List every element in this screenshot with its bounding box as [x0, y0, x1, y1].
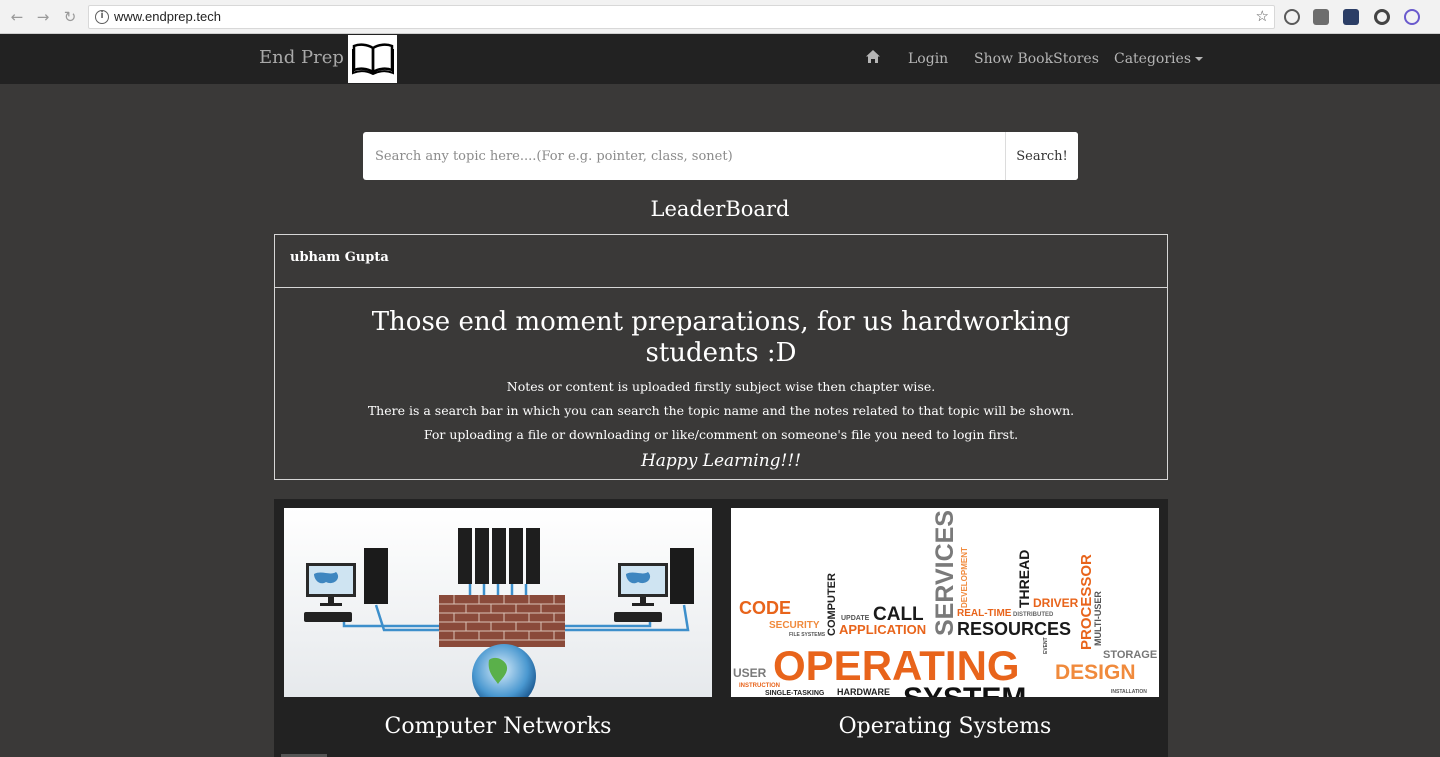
cloud-word-storage: STORAGE — [1103, 649, 1157, 661]
search-bar: Search! — [363, 132, 1078, 180]
cloud-word-real-time: REAL-TIME — [957, 608, 1012, 619]
bookmark-star-icon[interactable]: ☆ — [1256, 7, 1269, 25]
leaderboard-entry: ubham Gupta — [290, 250, 389, 265]
nav-categories-dropdown[interactable]: Categories — [1114, 51, 1203, 67]
site-navbar: End Prep Login Show BookStores Categorie… — [0, 34, 1440, 84]
category-grid: CODE SECURITY FILE SYSTEMS COMPUTER UPDA… — [274, 499, 1168, 757]
cloud-word-single-tasking: SINGLE-TASKING — [765, 690, 825, 697]
url-text[interactable]: www.endprep.tech — [114, 9, 221, 24]
cloud-word-system: SYSTEM — [903, 682, 1026, 697]
cloud-word-development: DEVELOPMENT — [960, 547, 969, 608]
leaderboard-title: LeaderBoard — [650, 197, 790, 221]
site-info-icon[interactable]: i — [95, 10, 109, 24]
cloud-word-driver: DRIVER — [1033, 596, 1079, 610]
reload-icon[interactable]: ↻ — [61, 8, 79, 26]
intro-closing: Happy Learning!!! — [640, 451, 802, 471]
cloud-word-resources: RESOURCES — [957, 619, 1071, 639]
operating-systems-image[interactable]: CODE SECURITY FILE SYSTEMS COMPUTER UPDA… — [731, 508, 1159, 697]
category-title-networks[interactable]: Computer Networks — [284, 714, 712, 739]
browser-toolbar: ← → ↻ i www.endprep.tech ☆ — [0, 0, 1440, 34]
dots-extension-icon[interactable] — [1343, 9, 1359, 25]
ring-extension-icon[interactable] — [1404, 9, 1420, 25]
cloud-word-event: EVENT — [1043, 637, 1049, 654]
nav-login-link[interactable]: Login — [908, 51, 948, 67]
back-icon[interactable]: ← — [8, 8, 26, 26]
location-extension-icon[interactable] — [1313, 9, 1329, 25]
cloud-word-hardware: HARDWARE — [837, 687, 890, 697]
leaderboard-box: ubham Gupta — [274, 234, 1168, 288]
cloud-word-user: USER — [733, 666, 767, 680]
cloud-word-design: DESIGN — [1055, 661, 1136, 684]
cloud-word-computer: COMPUTER — [826, 573, 838, 636]
intro-heading: Those end moment preparations, for us ha… — [371, 307, 1071, 368]
cloud-word-installation: INSTALLATION — [1111, 689, 1147, 695]
search-button[interactable]: Search! — [1005, 132, 1078, 180]
intro-panel: Those end moment preparations, for us ha… — [274, 287, 1168, 480]
forward-icon[interactable]: → — [34, 8, 52, 26]
cloud-word-multi-user: MULTI-USER — [1093, 591, 1103, 646]
target-extension-icon[interactable] — [1374, 9, 1390, 25]
cloud-word-services: SERVICES — [931, 510, 959, 636]
cloud-word-security: SECURITY — [769, 620, 820, 631]
caret-down-icon — [1195, 57, 1203, 61]
intro-line-2: There is a search bar in which you can s… — [367, 403, 1075, 418]
intro-line-1: Notes or content is uploaded firstly sub… — [506, 379, 936, 394]
brand-link[interactable]: End Prep — [259, 47, 344, 68]
nav-bookstores-link[interactable]: Show BookStores — [974, 51, 1099, 67]
cloud-word-update: UPDATE — [841, 615, 870, 622]
react-devtools-extension-icon[interactable] — [1284, 9, 1300, 25]
cloud-word-distributed: DISTRIBUTED — [1013, 612, 1054, 618]
cloud-word-code: CODE — [739, 598, 791, 618]
cloud-word-instruction: INSTRUCTION — [739, 683, 780, 689]
intro-line-3: For uploading a file or downloading or l… — [423, 427, 1019, 442]
cloud-word-file-systems: FILE SYSTEMS — [789, 632, 826, 638]
address-bar[interactable]: i www.endprep.tech ☆ — [88, 5, 1275, 29]
category-title-os[interactable]: Operating Systems — [731, 714, 1159, 739]
book-logo-icon[interactable] — [348, 35, 397, 83]
home-icon[interactable] — [865, 49, 881, 68]
cloud-word-thread: THREAD — [1016, 550, 1032, 608]
categories-label: Categories — [1114, 51, 1191, 67]
search-input[interactable] — [363, 132, 1005, 180]
computer-networks-image[interactable] — [284, 508, 712, 697]
cloud-word-application: APPLICATION — [839, 622, 926, 637]
